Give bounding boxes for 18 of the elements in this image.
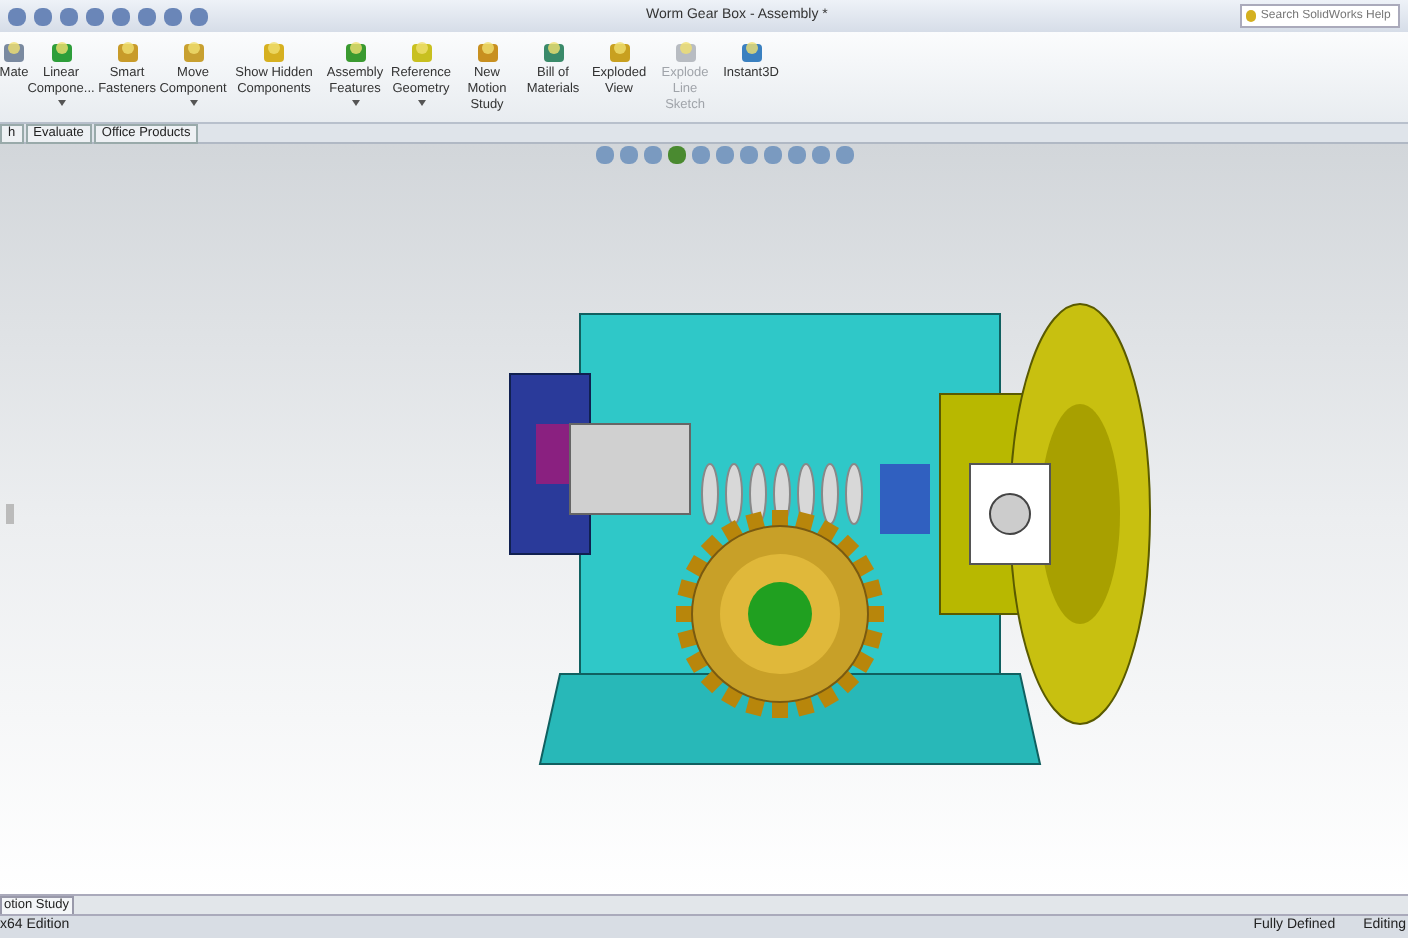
search-icon	[1246, 10, 1257, 22]
caret-icon	[57, 100, 65, 106]
command-icon	[539, 38, 567, 66]
command-icon	[737, 38, 765, 66]
caret-icon	[417, 100, 425, 106]
caret-icon	[351, 100, 359, 106]
command-icon	[179, 38, 207, 66]
command-icon	[113, 38, 141, 66]
command-icon	[407, 38, 435, 66]
command-icon	[260, 38, 288, 66]
panel-splitter-handle[interactable]	[6, 504, 14, 524]
command-icon	[47, 38, 75, 66]
command-icon	[671, 38, 699, 66]
caret-icon	[189, 100, 197, 106]
command-icon	[341, 38, 369, 66]
command-icon	[0, 38, 28, 66]
command-icon	[473, 38, 501, 66]
command-icon	[605, 38, 633, 66]
